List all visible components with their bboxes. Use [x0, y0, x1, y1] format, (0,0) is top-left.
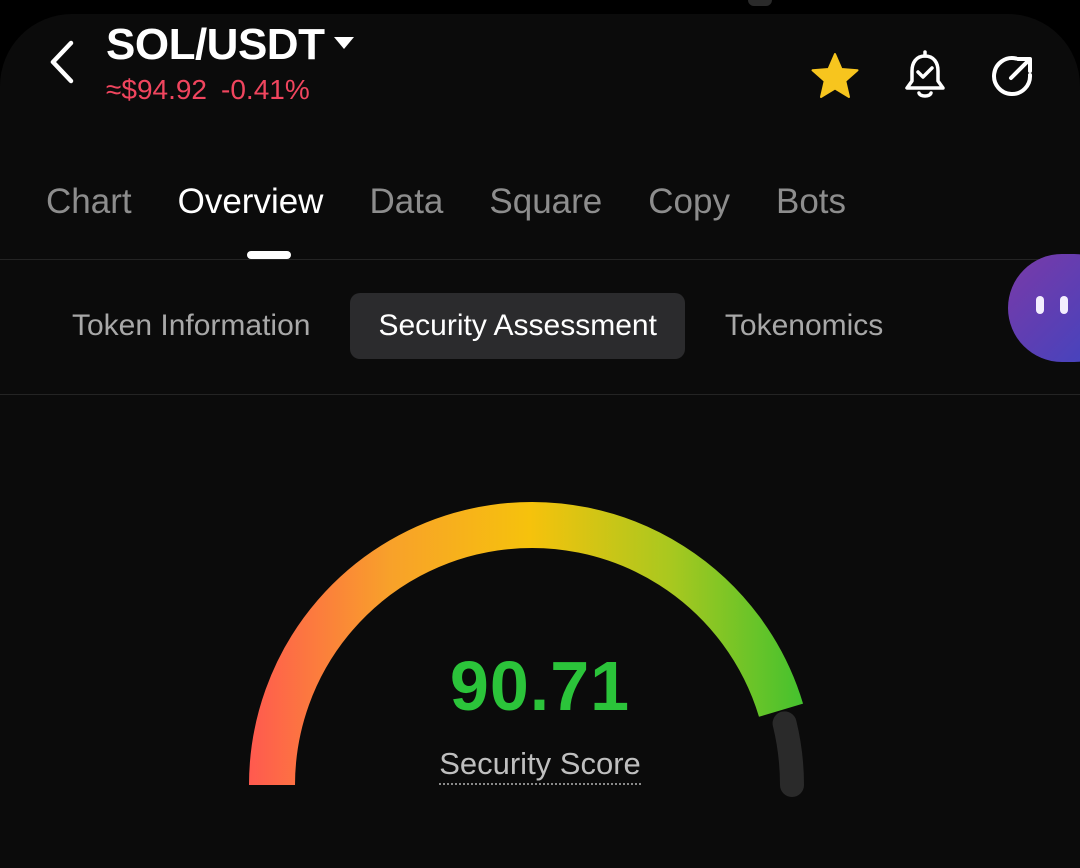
alarm-bell-icon — [905, 50, 945, 98]
tab-square[interactable]: Square — [489, 182, 602, 222]
favorite-button[interactable] — [807, 48, 863, 104]
main-tab-bar: Chart Overview Data Square Copy Bots — [46, 182, 846, 222]
tab-overview[interactable]: Overview — [178, 182, 324, 222]
token-overview-panel — [0, 14, 1080, 868]
overview-subtab-bar: Token Information Security Assessment To… — [50, 293, 905, 359]
tab-copy[interactable]: Copy — [648, 182, 730, 222]
security-score-label-wrap: Security Score — [0, 746, 1080, 785]
subtab-divider — [0, 394, 1080, 395]
pair-title: SOL/USDT — [106, 20, 325, 69]
tab-data[interactable]: Data — [369, 182, 443, 222]
subtab-security-assessment[interactable]: Security Assessment — [350, 293, 685, 359]
share-button[interactable] — [985, 48, 1041, 104]
last-price: ≈$94.92 — [106, 74, 208, 105]
subtab-token-information[interactable]: Token Information — [50, 293, 332, 359]
subtab-tokenomics[interactable]: Tokenomics — [703, 293, 905, 359]
security-score-label[interactable]: Security Score — [439, 746, 641, 785]
price-alert-button[interactable] — [897, 48, 953, 104]
back-button[interactable] — [40, 40, 84, 84]
share-icon — [992, 56, 1033, 96]
tab-chart[interactable]: Chart — [46, 182, 132, 222]
assistant-eye-icon — [1060, 296, 1068, 314]
active-tab-indicator — [247, 251, 291, 259]
price-line: ≈$94.92 -0.41% — [106, 74, 310, 106]
price-change: -0.41% — [221, 74, 310, 105]
tab-divider — [0, 259, 1080, 260]
tab-bots[interactable]: Bots — [776, 182, 846, 222]
security-score-value: 90.71 — [449, 647, 631, 725]
pair-selector[interactable]: SOL/USDT — [106, 20, 355, 70]
back-arrow-icon — [50, 40, 74, 84]
dropdown-caret-icon — [334, 37, 355, 49]
assistant-eye-icon — [1036, 296, 1044, 314]
status-bar-notch — [748, 0, 772, 6]
star-icon — [811, 53, 859, 98]
